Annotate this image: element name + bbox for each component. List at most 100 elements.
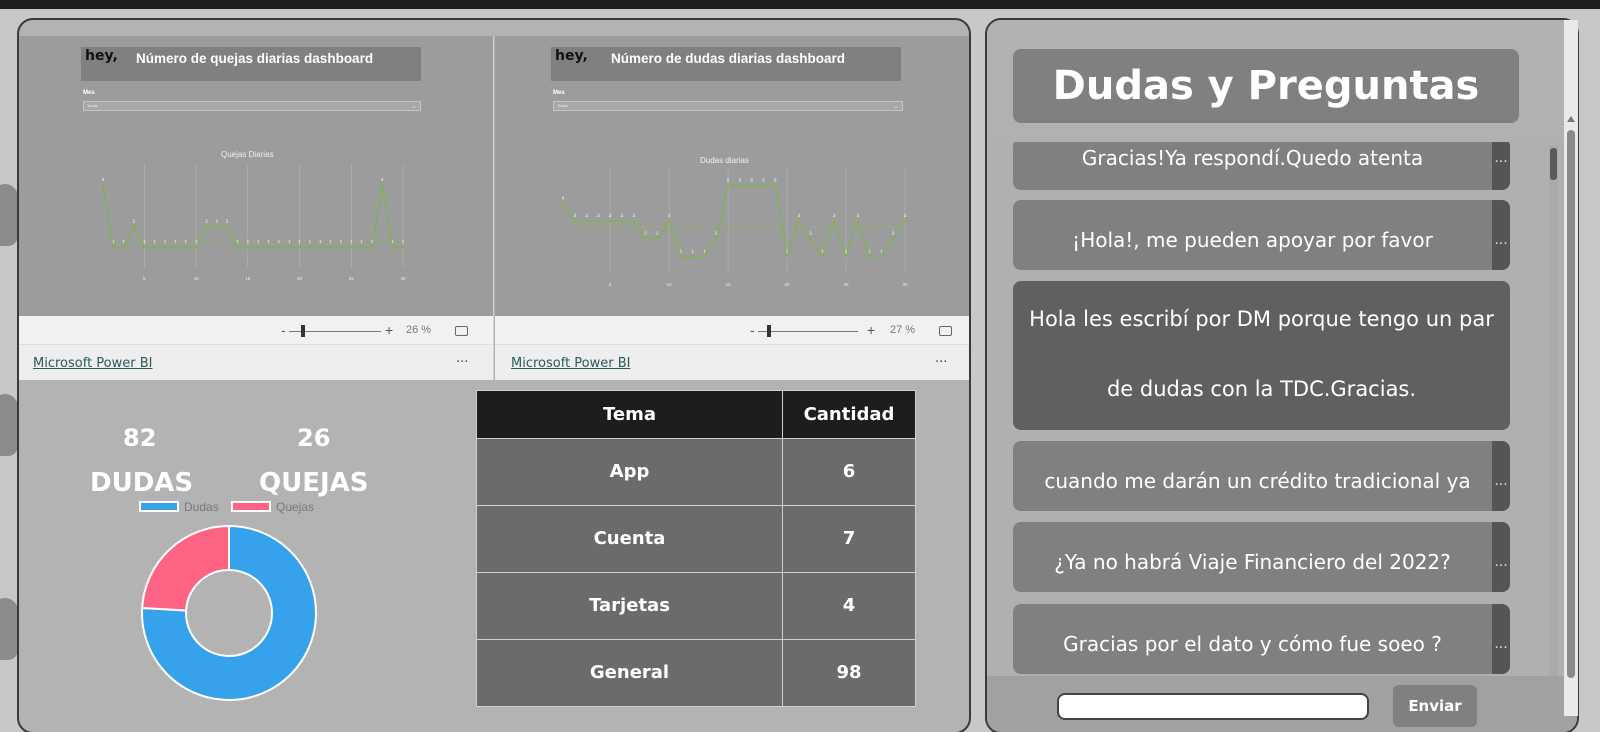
message-menu-icon[interactable]: ...: [1492, 142, 1510, 190]
column-header-tema: Tema: [476, 390, 783, 439]
data-point: [738, 184, 742, 187]
data-point: [585, 219, 588, 223]
data-point: [370, 246, 374, 249]
data-label: 3: [798, 213, 801, 218]
data-label: 2: [644, 231, 647, 236]
data-point: [143, 246, 146, 249]
line-chart-quejas: 5 10 15 20 25 3041 121 1 1 1 1 12 2 21 1 1 1 1 1 1 1 1 1 1 1 1 141…: [102, 164, 406, 281]
data-point: [360, 246, 363, 249]
data-point: [122, 246, 125, 249]
data-point: [288, 246, 291, 249]
powerbi-embed-dudas[interactable]: hey, Número de dudas diarias dashboard M…: [495, 36, 969, 380]
page-scrollbar[interactable]: [1564, 20, 1578, 716]
zoom-in-button[interactable]: +: [385, 322, 393, 338]
more-options-icon[interactable]: ...: [935, 351, 947, 366]
message-text: Gracias por el dato y cómo fue soeo ?: [1063, 632, 1442, 656]
legend-swatch-dudas[interactable]: [139, 501, 179, 512]
data-point: [679, 255, 683, 258]
more-options-icon[interactable]: ...: [456, 351, 468, 366]
message-item[interactable]: Gracias!Ya respondí.Quedo atenta ...: [1013, 142, 1510, 190]
data-point: [750, 184, 753, 187]
data-point: [267, 246, 270, 249]
message-item[interactable]: cuando me darán un crédito tradicional y…: [1013, 441, 1510, 511]
table-cell-cantidad: 6: [782, 438, 916, 506]
zoom-slider-thumb[interactable]: [767, 325, 771, 337]
x-tick-label: 15: [245, 276, 251, 281]
data-label: 1: [691, 248, 694, 253]
data-point: [856, 219, 860, 223]
data-point: [132, 225, 136, 228]
zoom-slider-thumb[interactable]: [301, 325, 305, 337]
legend-swatch-quejas[interactable]: [231, 501, 271, 512]
message-item-selected[interactable]: Hola les escribí por DM porque tengo un …: [1013, 281, 1510, 430]
data-point: [163, 246, 167, 249]
table-cell-tema: App: [476, 438, 783, 506]
zoom-out-button[interactable]: -: [281, 322, 286, 338]
data-label: 2: [133, 218, 136, 223]
data-label: 2: [892, 231, 895, 236]
x-tick-label: 10: [194, 276, 200, 281]
data-point: [774, 184, 777, 187]
table-header-row: Tema Cantidad: [476, 390, 916, 439]
message-item[interactable]: Gracias por el dato y cómo fue soeo ? ..…: [1013, 604, 1510, 674]
report-canvas[interactable]: hey, Número de dudas diarias dashboard M…: [495, 36, 969, 316]
questions-panel: Dudas y Preguntas Gracias!Ya respondí.Qu…: [985, 18, 1579, 732]
data-label: 2: [656, 231, 659, 236]
x-tick-label: 5: [609, 282, 612, 287]
powerbi-embed-quejas[interactable]: hey, Número de quejas diarias dashboard …: [19, 36, 494, 380]
data-point: [112, 246, 115, 249]
scroll-up-icon[interactable]: [1567, 116, 1575, 122]
data-point: [329, 246, 332, 249]
data-label: 3: [633, 213, 636, 218]
scrollbar-thumb[interactable]: [1567, 130, 1575, 678]
data-label: 2: [205, 218, 208, 223]
zoom-out-button[interactable]: -: [750, 322, 755, 338]
message-menu-icon[interactable]: ...: [1492, 604, 1510, 674]
message-menu-icon[interactable]: ...: [1492, 200, 1510, 270]
legend-label-dudas[interactable]: Dudas: [184, 500, 219, 514]
top-strip: [0, 0, 1600, 9]
message-item[interactable]: ¡Hola!, me pueden apoyar por favor ...: [1013, 200, 1510, 270]
data-point: [256, 246, 260, 249]
questions-title: Dudas y Preguntas: [1013, 49, 1519, 123]
data-point: [762, 184, 765, 187]
powerbi-link[interactable]: Microsoft Power BI: [33, 356, 152, 371]
zoom-in-button[interactable]: +: [867, 322, 875, 338]
message-list-scrollbar[interactable]: [1549, 146, 1558, 676]
message-menu-icon[interactable]: ...: [1492, 441, 1510, 511]
questions-header: Dudas y Preguntas: [987, 20, 1577, 142]
message-text-line2: de dudas con la TDC.Gracias.: [1106, 377, 1417, 401]
scrollbar-thumb[interactable]: [1550, 148, 1557, 180]
legend-label-quejas[interactable]: Quejas: [276, 500, 314, 514]
send-button[interactable]: Enviar: [1393, 685, 1477, 727]
data-point: [691, 255, 694, 258]
data-label: 3: [833, 213, 836, 218]
data-point: [903, 219, 907, 223]
x-tick-label: 5: [143, 276, 146, 281]
background-shape: [0, 394, 18, 456]
data-point: [809, 237, 812, 240]
zoom-bar: - + 27 %: [495, 316, 969, 344]
message-composer: Enviar: [987, 676, 1577, 732]
message-input[interactable]: [1057, 693, 1369, 720]
report-canvas[interactable]: hey, Número de quejas diarias dashboard …: [19, 36, 493, 316]
message-text: Gracias!Ya respondí.Quedo atenta: [1081, 146, 1424, 170]
message-text: cuando me darán un crédito tradicional y…: [1044, 469, 1471, 493]
data-point: [194, 246, 198, 249]
message-menu-icon[interactable]: ...: [1492, 522, 1510, 592]
data-point: [892, 237, 895, 240]
data-label: 1: [880, 248, 883, 253]
zoom-slider-track[interactable]: [758, 331, 858, 332]
fit-to-page-icon[interactable]: [939, 326, 952, 336]
powerbi-link[interactable]: Microsoft Power BI: [511, 356, 630, 371]
zoom-percent: 27 %: [890, 324, 916, 336]
x-tick-label: 10: [667, 282, 673, 287]
data-point: [573, 219, 576, 223]
message-list[interactable]: Gracias!Ya respondí.Quedo atenta ... ¡Ho…: [987, 142, 1577, 676]
fit-to-page-icon[interactable]: [455, 326, 468, 336]
donut-slice-quejas[interactable]: [141, 524, 230, 612]
data-point: [225, 225, 229, 228]
donut-chart[interactable]: [140, 524, 318, 702]
message-item[interactable]: ¿Ya no habrá Viaje Financiero del 2022? …: [1013, 522, 1510, 592]
data-point: [215, 225, 218, 228]
